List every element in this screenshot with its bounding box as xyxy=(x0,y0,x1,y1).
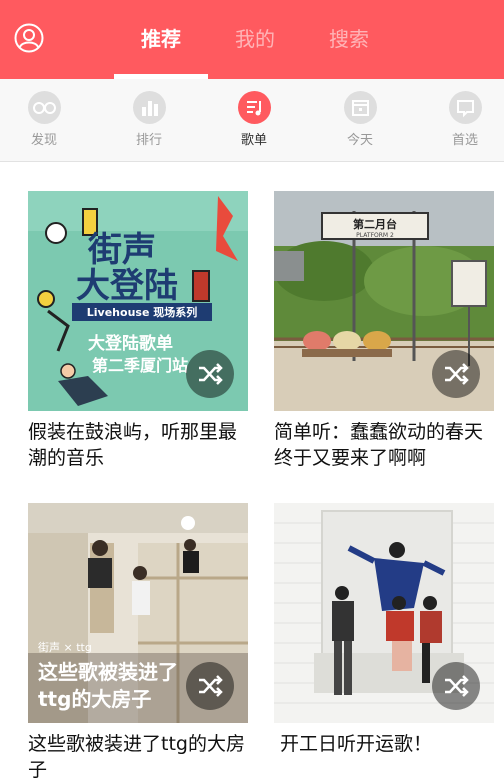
cover-caption-line1: 大登陆歌单 xyxy=(88,333,173,354)
cover-sign-subtext: PLATFORM 2 xyxy=(356,232,394,239)
shuffle-play-button[interactable] xyxy=(186,350,234,398)
category-discover[interactable]: 发现 xyxy=(4,91,84,153)
playlist-title[interactable]: 开工日听开运歌！ xyxy=(280,731,504,757)
playlist-cover[interactable]: 第二月台 PLATFORM 2 xyxy=(274,191,494,411)
music-list-icon xyxy=(238,91,271,124)
cover-title-line2: 大登陆 xyxy=(76,266,178,306)
cover-caption-line1: 这些歌被装进了 xyxy=(38,660,178,684)
category-label: 排行 xyxy=(135,133,162,148)
playlist-title[interactable]: 这些歌被装进了ttg的大房子 xyxy=(28,731,254,783)
category-bar: 发现 排行 歌单 今天 首选 xyxy=(0,79,504,162)
tab-search[interactable]: 搜索 xyxy=(329,22,369,56)
cover-title-line1: 街声 xyxy=(87,230,156,270)
cover-brand: 街声 × ttg xyxy=(38,640,92,654)
user-avatar-icon[interactable] xyxy=(14,23,44,53)
top-nav-bar: 推荐 我的 搜索 xyxy=(0,0,504,79)
playlist-cover[interactable] xyxy=(274,503,494,723)
shuffle-icon xyxy=(199,363,223,385)
category-featured[interactable]: 首选 xyxy=(425,91,504,153)
shuffle-icon xyxy=(445,363,469,385)
tab-recommend[interactable]: 推荐 xyxy=(141,22,181,56)
category-label: 发现 xyxy=(30,133,57,148)
category-playlists[interactable]: 歌单 xyxy=(214,91,294,153)
tab-mine[interactable]: 我的 xyxy=(235,22,275,56)
playlist-cover[interactable]: 街声 大登陆 Livehouse 现场系列 大登陆歌单 第二季厦门站 xyxy=(28,191,248,411)
shuffle-play-button[interactable] xyxy=(186,662,234,710)
glasses-icon xyxy=(28,91,61,124)
bar-chart-icon xyxy=(133,91,166,124)
shuffle-play-button[interactable] xyxy=(432,662,480,710)
category-ranking[interactable]: 排行 xyxy=(109,91,189,153)
shuffle-icon xyxy=(199,675,223,697)
shuffle-icon xyxy=(445,675,469,697)
calendar-icon xyxy=(344,91,377,124)
cover-caption-line2: 第二季厦门站 xyxy=(92,356,188,375)
shuffle-play-button[interactable] xyxy=(432,350,480,398)
category-today[interactable]: 今天 xyxy=(320,91,400,153)
category-label: 首选 xyxy=(451,133,478,148)
playlist-title[interactable]: 简单听：蠢蠢欲动的春天终于又要来了啊啊 xyxy=(274,419,500,471)
cover-caption-line2: ttg的大房子 xyxy=(38,687,151,711)
cover-subtitle: Livehouse 现场系列 xyxy=(87,305,197,319)
playlist-cover[interactable]: 街声 × ttg 这些歌被装进了 ttg的大房子 xyxy=(28,503,248,723)
category-label: 歌单 xyxy=(240,133,267,148)
cover-sign-text: 第二月台 xyxy=(353,217,397,231)
playlist-title[interactable]: 假装在鼓浪屿，听那里最潮的音乐 xyxy=(28,419,254,471)
category-label: 今天 xyxy=(346,133,373,148)
chat-bubble-icon xyxy=(449,91,482,124)
